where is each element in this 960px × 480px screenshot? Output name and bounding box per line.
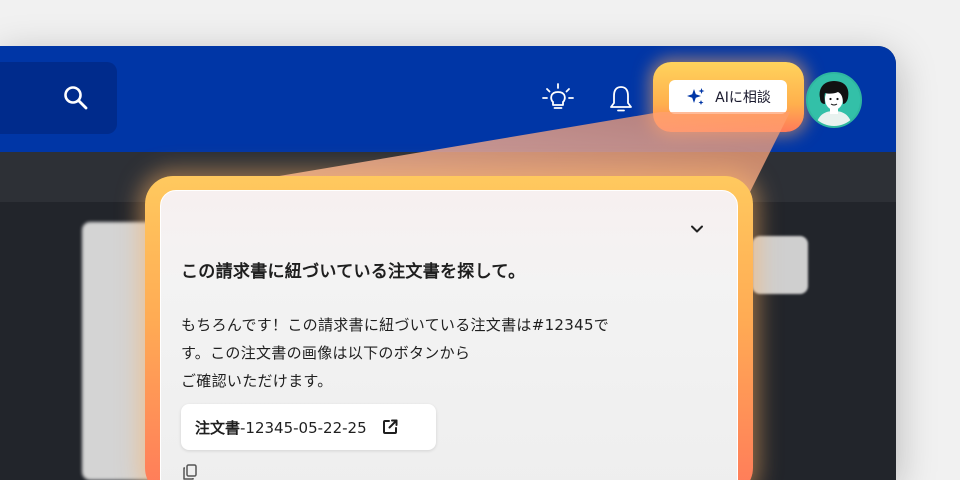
search-icon[interactable] [62, 84, 90, 112]
copy-icon[interactable] [181, 463, 199, 480]
ai-button-label: AIに相談 [715, 90, 771, 106]
answer-line: ご確認いただけます。 [181, 372, 333, 390]
ai-answer: もちろんです！この請求書に紐づいている注文書は#12345で す。この注文書の画… [181, 311, 721, 395]
answer-line: もちろんです！この請求書に紐づいている注文書は#12345で [181, 316, 610, 334]
ai-consult-button[interactable]: AIに相談 [669, 80, 787, 114]
chevron-down-icon[interactable] [687, 219, 707, 239]
background-chip [752, 236, 808, 294]
sparkle-icon [687, 88, 705, 105]
bell-icon[interactable] [606, 82, 636, 114]
document-label-suffix: -12345-05-22-25 [240, 418, 367, 437]
document-label: 注文書-12345-05-22-25 [195, 417, 367, 438]
external-link-icon [382, 419, 398, 434]
top-header: AIに相談 [0, 46, 896, 152]
ai-chat-popup: この請求書に紐づいている注文書を探して。 もちろんです！この請求書に紐づいている… [160, 190, 738, 480]
avatar[interactable] [806, 72, 862, 128]
document-label-prefix: 注文書 [195, 418, 241, 437]
lightbulb-icon[interactable] [540, 80, 576, 116]
order-document-button[interactable]: 注文書-12345-05-22-25 [181, 404, 436, 450]
avatar-illustration [808, 74, 860, 126]
user-question: この請求書に紐づいている注文書を探して。 [181, 262, 526, 282]
search-box[interactable] [0, 62, 117, 134]
answer-line: す。この注文書の画像は以下のボタンから [181, 344, 471, 362]
